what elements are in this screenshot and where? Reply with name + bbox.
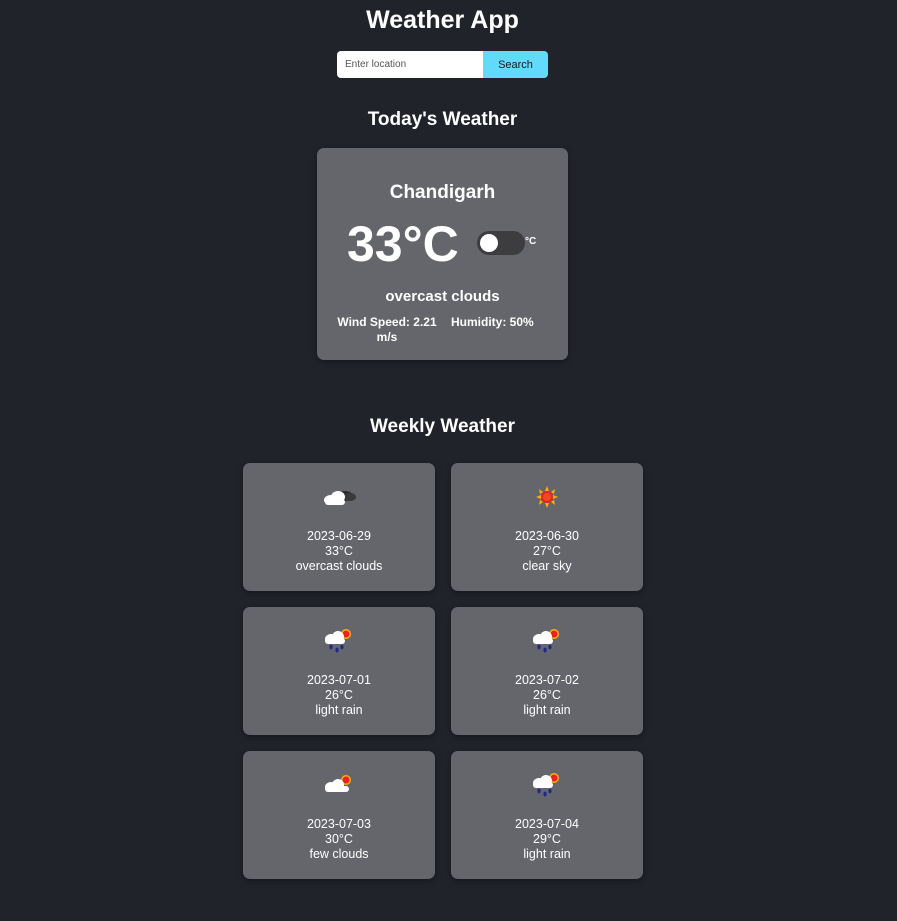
forecast-date: 2023-07-02 (515, 673, 579, 687)
app-title: Weather App (366, 6, 519, 34)
wind-speed: Wind Speed: 2.21 m/s (337, 315, 437, 344)
forecast-temp: 26°C (325, 688, 353, 702)
forecast-date: 2023-07-01 (307, 673, 371, 687)
forecast-text: 2023-07-01 26°C light rain (243, 673, 435, 718)
forecast-temp: 27°C (533, 544, 561, 558)
temperature-row: 33°C °C (317, 214, 568, 274)
light-rain-icon (527, 771, 567, 799)
search-button[interactable]: Search (483, 51, 548, 78)
toggle-knob (480, 234, 498, 252)
todays-weather-heading: Today's Weather (367, 109, 518, 130)
city-name: Chandigarh (389, 182, 496, 203)
forecast-card: 2023-07-02 26°C light rain (451, 607, 643, 735)
location-input[interactable] (337, 51, 483, 78)
forecast-text: 2023-06-30 27°C clear sky (451, 529, 643, 574)
clear-sky-sun-icon (527, 483, 567, 511)
forecast-card: 2023-06-30 27°C clear sky (451, 463, 643, 591)
forecast-card: 2023-06-29 33°C overcast clouds (243, 463, 435, 591)
forecast-description: clear sky (522, 559, 572, 573)
light-rain-icon (527, 627, 567, 655)
forecast-card: 2023-07-04 29°C light rain (451, 751, 643, 879)
humidity: Humidity: 50% (451, 315, 534, 329)
forecast-temp: 30°C (325, 832, 353, 846)
forecast-description: few clouds (309, 847, 369, 861)
forecast-text: 2023-07-04 29°C light rain (451, 817, 643, 862)
forecast-card: 2023-07-03 30°C few clouds (243, 751, 435, 879)
forecast-date: 2023-06-30 (515, 529, 579, 543)
forecast-date: 2023-07-04 (515, 817, 579, 831)
few-clouds-icon (319, 771, 359, 799)
forecast-temp: 33°C (325, 544, 353, 558)
forecast-description: overcast clouds (295, 559, 383, 573)
forecast-card: 2023-07-01 26°C light rain (243, 607, 435, 735)
forecast-description: light rain (523, 847, 571, 861)
forecast-date: 2023-06-29 (307, 529, 371, 543)
forecast-temp: 26°C (533, 688, 561, 702)
overcast-clouds-icon (319, 483, 359, 511)
current-temperature: 33°C (347, 216, 459, 272)
forecast-description: light rain (523, 703, 571, 717)
forecast-text: 2023-07-02 26°C light rain (451, 673, 643, 718)
weekly-weather-heading: Weekly Weather (369, 416, 516, 437)
forecast-date: 2023-07-03 (307, 817, 371, 831)
toggle-unit-label: °C (525, 236, 537, 247)
forecast-description: light rain (315, 703, 363, 717)
search-bar: Search (337, 51, 548, 78)
forecast-temp: 29°C (533, 832, 561, 846)
unit-toggle-switch[interactable] (477, 231, 525, 255)
light-rain-icon (319, 627, 359, 655)
current-weather-card: Chandigarh 33°C °C overcast clouds Wind … (317, 148, 568, 360)
weather-condition: overcast clouds (385, 288, 500, 305)
forecast-text: 2023-07-03 30°C few clouds (243, 817, 435, 862)
forecast-text: 2023-06-29 33°C overcast clouds (243, 529, 435, 574)
